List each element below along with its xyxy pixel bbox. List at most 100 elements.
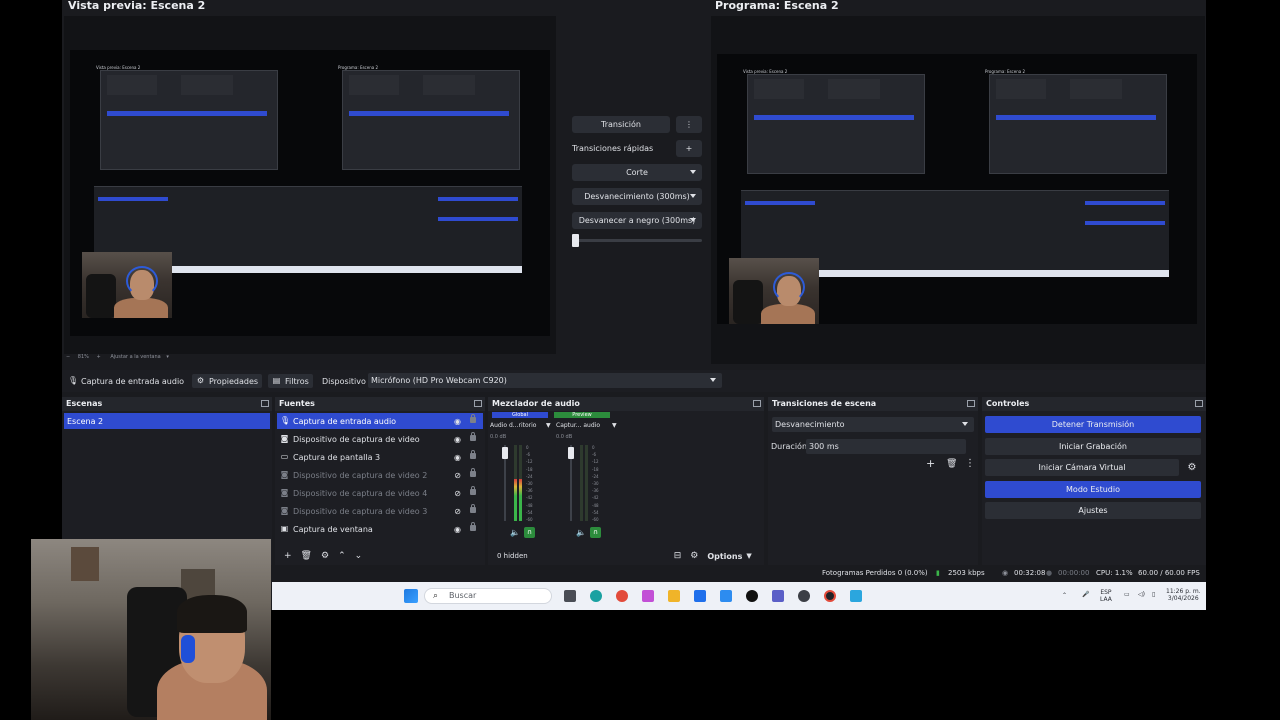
virtual-camera-settings-icon[interactable]: ⚙ bbox=[1185, 461, 1199, 475]
settings-button[interactable]: Ajustes bbox=[985, 502, 1201, 519]
language-indicator[interactable]: ESP LAA bbox=[1100, 589, 1112, 603]
chevron-down-icon bbox=[962, 422, 968, 426]
more-vertical-icon[interactable]: ⋮ bbox=[965, 458, 975, 469]
options-dropdown-icon[interactable]: ▼ bbox=[746, 552, 751, 560]
source-item[interactable]: ▭ Captura de pantalla 3 ◉ bbox=[277, 449, 483, 465]
add-transition-icon[interactable]: + bbox=[926, 457, 935, 470]
preview-canvas[interactable]: Vista previa: Escena 2 Programa: Escena … bbox=[64, 16, 556, 354]
start-virtual-camera-button[interactable]: Iniciar Cámara Virtual bbox=[985, 459, 1179, 476]
nested-preview-screen bbox=[747, 74, 925, 174]
source-item[interactable]: ◙ Dispositivo de captura de video 4 ⊘ bbox=[277, 485, 483, 501]
scene-item[interactable]: Escena 2 bbox=[64, 413, 270, 429]
layout-icon[interactable]: ⊟ bbox=[674, 551, 682, 561]
lock-icon[interactable] bbox=[470, 468, 476, 477]
headphone-monitor-icon[interactable]: ∩ bbox=[524, 527, 535, 538]
zoom-in-icon[interactable]: + bbox=[97, 354, 101, 360]
fit-label[interactable]: Ajustar a la ventana bbox=[110, 354, 160, 360]
fit-dropdown-icon[interactable]: ▾ bbox=[166, 354, 169, 360]
mail-icon[interactable] bbox=[720, 590, 732, 602]
lock-icon[interactable] bbox=[470, 504, 476, 513]
eye-off-icon[interactable]: ⊘ bbox=[454, 489, 461, 498]
teams-icon[interactable] bbox=[772, 590, 784, 602]
mute-icon[interactable]: 🔈 bbox=[510, 528, 520, 537]
obs-icon[interactable] bbox=[824, 590, 836, 602]
add-icon[interactable]: + bbox=[284, 551, 292, 561]
level-meter-bg bbox=[585, 445, 588, 521]
wall-picture bbox=[71, 547, 99, 581]
tiktok-icon[interactable] bbox=[746, 590, 758, 602]
mute-icon[interactable]: 🔈 bbox=[576, 528, 586, 537]
mic-icon[interactable]: 🎤 bbox=[1082, 591, 1089, 598]
move-down-icon[interactable]: ⌄ bbox=[355, 551, 363, 561]
taskbar-search[interactable]: ⌕ Buscar bbox=[424, 588, 552, 604]
options-button[interactable]: Options bbox=[707, 552, 742, 561]
clock[interactable]: 11:26 p. m. 3/04/2026 bbox=[1166, 588, 1201, 602]
volume-fader-handle[interactable] bbox=[568, 447, 574, 459]
quick-transition-3[interactable]: Desvanecer a negro (300ms) bbox=[572, 212, 702, 229]
undock-icon[interactable] bbox=[261, 400, 269, 407]
quick-transition-2[interactable]: Desvanecimiento (300ms) bbox=[572, 188, 702, 205]
channel-menu-icon[interactable]: ▼ bbox=[612, 422, 617, 429]
source-item[interactable]: 🎙 Captura de entrada audio ◉ bbox=[277, 413, 483, 429]
meter-tick-label: -18 bbox=[592, 466, 599, 472]
mixer-settings-icon[interactable]: ⚙ bbox=[690, 551, 698, 561]
move-up-icon[interactable]: ⌃ bbox=[338, 551, 346, 561]
gear-icon[interactable]: ⚙ bbox=[321, 551, 329, 561]
preview-zoom-bar[interactable]: − 81% + Ajustar a la ventana ▾ bbox=[66, 354, 169, 360]
source-item[interactable]: ◙ Dispositivo de captura de video 3 ⊘ bbox=[277, 503, 483, 519]
gear-icon: ⚙ bbox=[196, 376, 205, 385]
lock-icon[interactable] bbox=[470, 522, 476, 531]
lock-icon[interactable] bbox=[470, 486, 476, 495]
volume-fader-handle[interactable] bbox=[502, 447, 508, 459]
trash-icon[interactable]: 🗑 bbox=[301, 551, 312, 561]
volume-icon[interactable]: ◁) bbox=[1138, 591, 1145, 598]
file-explorer-icon[interactable] bbox=[668, 590, 680, 602]
eye-icon[interactable]: ◉ bbox=[454, 453, 461, 462]
properties-button[interactable]: ⚙ Propiedades bbox=[192, 374, 263, 388]
undock-icon[interactable] bbox=[967, 400, 975, 407]
source-item[interactable]: ◙ Dispositivo de captura de video ◉ bbox=[277, 431, 483, 447]
channel-menu-icon[interactable]: ▼ bbox=[546, 422, 551, 429]
duration-spinbox[interactable]: 300 ms bbox=[806, 439, 966, 454]
lock-icon[interactable] bbox=[470, 414, 476, 423]
copilot-icon[interactable] bbox=[642, 590, 654, 602]
undock-icon[interactable] bbox=[753, 400, 761, 407]
add-quick-transition-button[interactable]: + bbox=[676, 140, 702, 157]
task-view-icon[interactable] bbox=[564, 590, 576, 602]
transition-button[interactable]: Transición bbox=[572, 116, 670, 133]
app-icon[interactable] bbox=[850, 590, 862, 602]
edge-icon[interactable] bbox=[590, 590, 602, 602]
undock-icon[interactable] bbox=[474, 400, 482, 407]
device-select[interactable]: Micrófono (HD Pro Webcam C920) bbox=[368, 373, 722, 388]
eye-off-icon[interactable]: ⊘ bbox=[454, 507, 461, 516]
store-icon[interactable] bbox=[694, 590, 706, 602]
transition-menu-button[interactable]: ⋮ bbox=[676, 116, 702, 133]
start-recording-button[interactable]: Iniciar Grabación bbox=[985, 438, 1201, 455]
quick-transition-1[interactable]: Corte bbox=[572, 164, 702, 181]
stop-streaming-button[interactable]: Detener Transmisión bbox=[985, 416, 1201, 433]
eye-icon[interactable]: ◉ bbox=[454, 435, 461, 444]
source-item[interactable]: ◙ Dispositivo de captura de video 2 ⊘ bbox=[277, 467, 483, 483]
headphone-monitor-icon[interactable]: ∩ bbox=[590, 527, 601, 538]
lock-icon[interactable] bbox=[470, 432, 476, 441]
tbar-handle[interactable] bbox=[572, 234, 579, 247]
lock-icon[interactable] bbox=[470, 450, 476, 459]
battery-icon[interactable]: ▯ bbox=[1152, 591, 1155, 598]
network-icon[interactable]: ▭ bbox=[1124, 591, 1130, 598]
trash-icon[interactable]: 🗑 bbox=[946, 459, 957, 469]
transition-select[interactable]: Desvanecimiento bbox=[772, 417, 974, 432]
eye-off-icon[interactable]: ⊘ bbox=[454, 471, 461, 480]
scenes-title: Escenas bbox=[66, 399, 103, 408]
windows-start-icon[interactable] bbox=[404, 589, 418, 603]
chatgpt-icon[interactable] bbox=[798, 590, 810, 602]
eye-icon[interactable]: ◉ bbox=[454, 525, 461, 534]
zoom-out-icon[interactable]: − bbox=[66, 354, 70, 360]
tray-chevron-icon[interactable]: ⌃ bbox=[1062, 592, 1067, 599]
chrome-icon[interactable] bbox=[616, 590, 628, 602]
studio-mode-button[interactable]: Modo Estudio bbox=[985, 481, 1201, 498]
eye-icon[interactable]: ◉ bbox=[454, 417, 461, 426]
undock-icon[interactable] bbox=[1195, 400, 1203, 407]
source-item[interactable]: ▣ Captura de ventana ◉ bbox=[277, 521, 483, 537]
tbar-track[interactable] bbox=[572, 239, 702, 242]
filters-button[interactable]: ▤ Filtros bbox=[268, 374, 313, 388]
